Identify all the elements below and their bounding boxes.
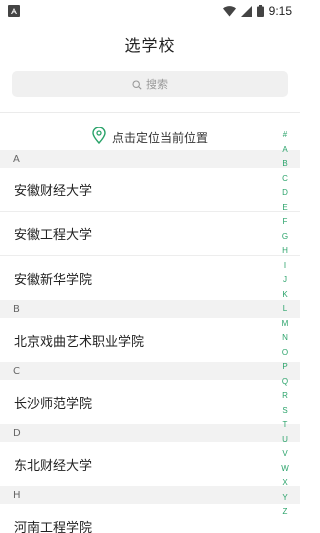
index-letter[interactable]: J [283,273,287,288]
index-letter[interactable]: K [282,288,287,303]
school-item[interactable]: 长沙师范学院 [0,380,300,424]
page-title: 选学校 [124,36,176,55]
school-item[interactable]: 安徽工程大学 [0,212,300,256]
index-letter[interactable]: A [282,143,287,158]
status-left [8,5,20,17]
index-letter[interactable]: O [282,346,288,361]
battery-icon [256,2,264,21]
index-letter[interactable]: D [282,186,288,201]
index-letter[interactable]: Q [282,375,288,390]
index-letter[interactable]: I [284,259,286,274]
school-item[interactable]: 安徽新华学院 [0,256,300,300]
school-item[interactable]: 北京戏曲艺术职业学院 [0,318,300,362]
location-pin-icon [92,125,106,148]
index-letter[interactable]: R [282,389,288,404]
index-letter[interactable]: F [283,215,288,230]
section-a: A 安徽财经大学 安徽工程大学 安徽新华学院 [0,150,300,300]
school-item[interactable]: 河南工程学院 [0,504,300,533]
index-letter[interactable]: Y [282,491,287,506]
search-placeholder: 搜索 [146,78,168,91]
index-letter[interactable]: # [283,128,287,143]
notification-a-icon [8,5,20,17]
index-letter[interactable]: C [282,172,288,187]
index-letter[interactable]: L [283,302,287,317]
index-letter[interactable]: T [283,418,288,433]
index-letter[interactable]: U [282,433,288,448]
index-letter[interactable]: M [282,317,289,332]
school-list: A 安徽财经大学 安徽工程大学 安徽新华学院 B 北京戏曲艺术职业学院 C 长沙… [0,150,300,533]
section-header: H [0,486,300,504]
index-letter[interactable]: Z [283,505,288,520]
section-c: C 长沙师范学院 [0,362,300,424]
status-time: 9:15 [268,4,292,18]
title-bar: 选学校 [0,22,300,66]
search-icon [132,75,142,94]
section-header: C [0,362,300,380]
index-letter[interactable]: N [282,331,288,346]
alphabet-index-bar[interactable]: # A B C D E F G H I J K L M N O P Q R S … [279,128,291,520]
search-bar: 搜索 [0,66,300,106]
status-right: 9:15 [222,2,292,21]
index-letter[interactable]: S [282,404,287,419]
index-letter[interactable]: H [282,244,288,259]
search-input[interactable]: 搜索 [12,71,288,97]
index-letter[interactable]: W [281,462,289,477]
index-letter[interactable]: B [282,157,287,172]
index-letter[interactable]: X [282,476,287,491]
index-letter[interactable]: V [282,447,287,462]
school-item[interactable]: 东北财经大学 [0,442,300,486]
cell-signal-icon [240,2,252,21]
locate-label: 点击定位当前位置 [111,130,208,145]
section-h: H 河南工程学院 [0,486,300,533]
section-header: A [0,150,300,168]
section-b: B 北京戏曲艺术职业学院 [0,300,300,362]
index-letter[interactable]: P [282,360,287,375]
index-letter[interactable]: E [282,201,287,216]
index-letter[interactable]: G [282,230,288,245]
section-header: B [0,300,300,318]
status-bar: 9:15 [0,0,300,22]
section-d: D 东北财经大学 [0,424,300,486]
wifi-icon [222,2,236,21]
school-item[interactable]: 安徽财经大学 [0,168,300,212]
section-header: D [0,424,300,442]
